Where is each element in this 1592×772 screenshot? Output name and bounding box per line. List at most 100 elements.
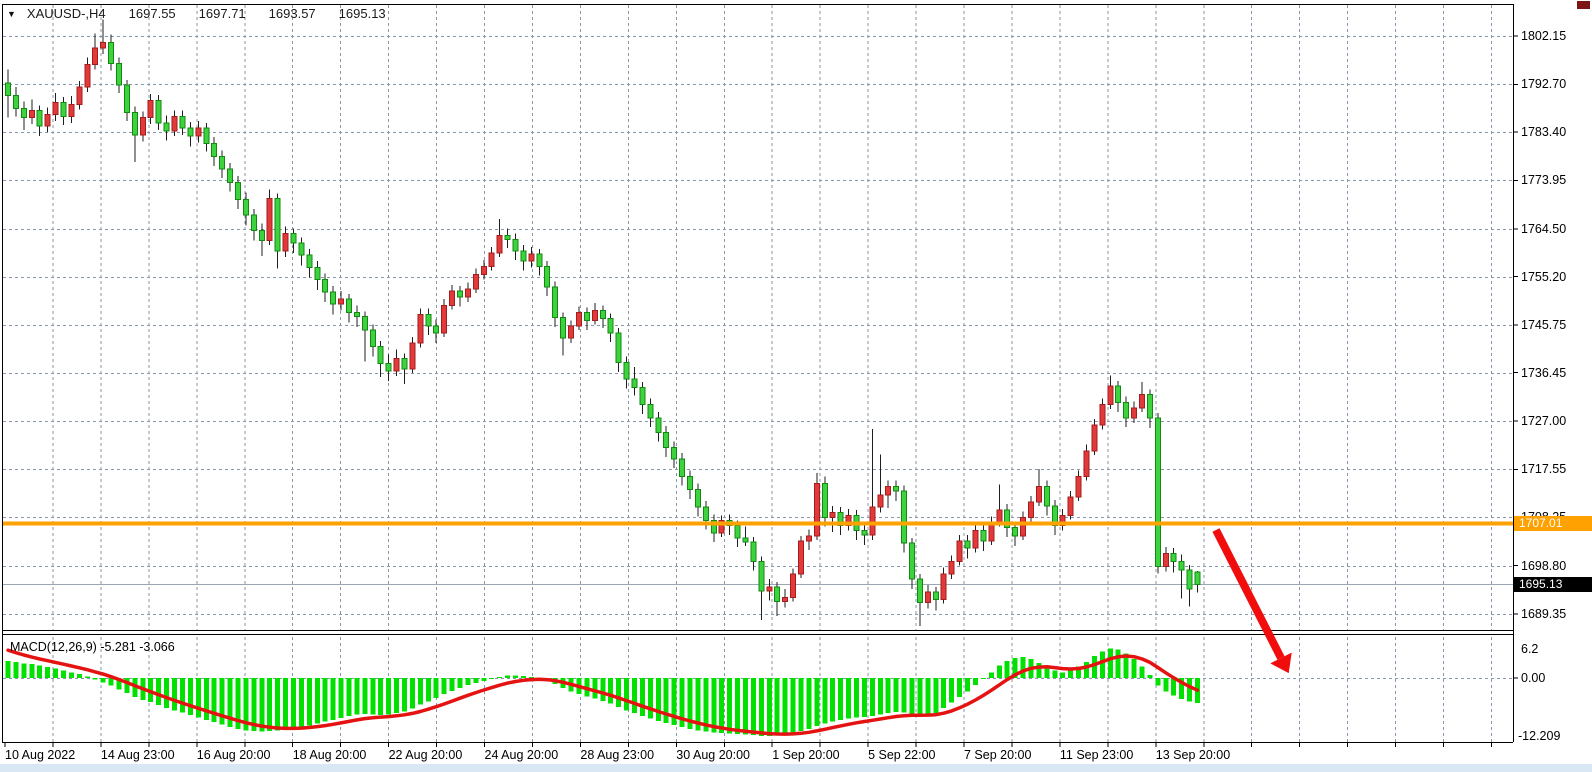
candle-bearish [545,266,550,286]
candle-bearish [1195,572,1200,584]
candle-bullish [410,343,415,369]
macd-histogram-bar [291,678,296,728]
candle-bearish [1116,386,1121,402]
candle-bullish [1100,405,1105,425]
candle-bullish [783,597,788,601]
candle-bullish [450,291,455,305]
candle-bearish [1171,553,1176,561]
candle-bearish [228,169,233,182]
macd-histogram-bar [93,678,98,679]
macd-histogram-bar [822,678,827,724]
macd-histogram-bar [941,678,946,708]
macd-histogram-bar [997,666,1002,678]
candle-bullish [497,236,502,253]
macd-histogram-bar [1060,672,1065,678]
symbol-dropdown-icon[interactable]: ▼ [7,9,16,19]
candle-bearish [426,314,431,325]
candle-bullish [473,275,478,289]
candle-bullish [830,512,835,517]
candle-bearish [220,157,225,169]
macd-histogram-bar [386,678,391,715]
candle-bullish [949,561,954,573]
macd-histogram-bar [275,678,280,731]
candle-bullish [394,359,399,371]
candle-bullish [53,102,58,114]
macd-histogram-bar [981,678,986,679]
macd-histogram-bar [29,664,34,678]
macd-histogram-bar [13,662,18,678]
candle-bullish [1108,386,1113,404]
macd-histogram-bar [910,678,915,714]
indicator-macd-value: -5.281 [100,640,135,654]
candle-bullish [941,574,946,600]
candle-bullish [791,574,796,598]
macd-histogram-bar [442,678,447,694]
candle-bearish [1044,487,1049,506]
candle-bearish [1013,528,1018,536]
macd-histogram-bar [1155,678,1160,686]
macd-histogram-bar [156,678,161,705]
ohlc-low: 1693.57 [269,6,316,21]
candle-bearish [751,542,756,561]
macd-histogram-bar [426,678,431,701]
candle-bullish [529,254,534,261]
macd-histogram-bar [1147,675,1152,678]
candle-bullish [442,305,447,333]
candle-bearish [354,312,359,316]
macd-histogram-bar [862,678,867,717]
candle-bearish [315,267,320,279]
macd-histogram-bar [283,678,288,730]
candle-bullish [85,64,90,87]
macd-histogram-bar [354,678,359,715]
macd-histogram-bar [505,676,510,678]
level-line [3,522,1513,526]
candle-bearish [434,326,439,333]
macd-histogram-bar [1187,678,1192,701]
macd-histogram-bar [513,676,518,678]
candle-bearish [513,240,518,251]
candle-bullish [1092,425,1097,451]
current-price-tag: 1695.13 [1514,577,1592,592]
candle-bearish [37,111,42,126]
candle-bearish [259,230,264,240]
candle-bearish [505,236,510,240]
macd-histogram-bar [838,678,843,720]
symbol-timeframe-label: XAUUSD-,H4 [27,6,106,21]
candle-bullish [799,541,804,574]
macd-histogram-bar [917,678,922,715]
candle-bearish [21,109,26,118]
candle-bearish [307,255,312,267]
candle-bearish [458,291,463,297]
macd-histogram-bar [188,678,193,715]
macd-histogram-bar [925,678,930,715]
macd-histogram-bar [172,678,177,710]
macd-histogram-bar [196,678,201,717]
macd-histogram-bar [323,678,328,722]
candle-bullish [283,234,288,251]
macd-histogram-bar [759,678,764,736]
candle-bearish [687,476,692,489]
candle-bearish [743,538,748,542]
macd-histogram-bar [481,678,486,681]
macd-histogram-bar [775,678,780,735]
candle-bearish [1147,394,1152,418]
macd-histogram-bar [164,678,169,708]
candle-bearish [616,333,621,363]
macd-histogram-bar [886,678,891,713]
candle-bearish [632,379,637,387]
candle-bullish [101,42,106,48]
macd-histogram-bar [902,678,907,713]
macd-histogram-bar [814,678,819,726]
candle-bearish [965,541,970,548]
macd-histogram-bar [315,678,320,724]
macd-histogram-bar [370,678,375,715]
candle-bearish [124,85,129,113]
chart-canvas[interactable] [0,0,1592,772]
candle-bullish [1132,408,1137,418]
candle-bullish [267,199,272,241]
macd-histogram-bar [949,678,954,703]
candle-bullish [1021,517,1026,535]
macd-histogram-bar [711,678,716,733]
macd-histogram-bar [767,678,772,736]
macd-histogram-bar [632,678,637,713]
